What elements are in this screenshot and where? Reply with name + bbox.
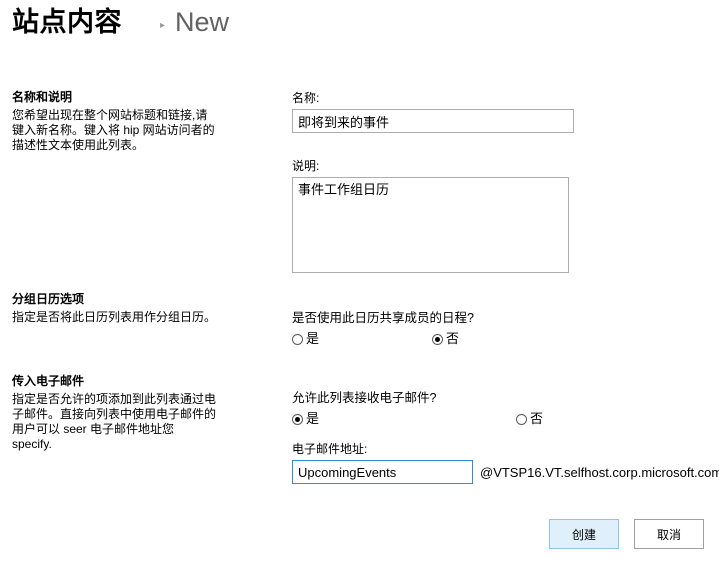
group-calendar-radio-no-label: 否 xyxy=(446,331,460,346)
description-field-group: 说明: 事件工作组日历 xyxy=(292,158,569,278)
email-address-field-group: 电子邮件地址: @VTSP16.VT.selfhost.corp.microso… xyxy=(292,441,719,484)
name-description-info: 名称和说明 您希望出现在整个网站标题和链接,请键入新名称。键入将 hip 网站访… xyxy=(12,90,217,153)
incoming-email-radio-yes[interactable]: 是 xyxy=(292,411,516,427)
breadcrumb-current-page: New xyxy=(175,7,230,37)
form-button-bar: 创建 取消 xyxy=(0,519,719,549)
description-field-label: 说明: xyxy=(292,159,320,173)
site-content-title[interactable]: 站点内容 xyxy=(12,6,122,38)
incoming-email-radio-yes-label: 是 xyxy=(306,411,320,426)
group-calendar-question: 是否使用此日历共享成员的日程? xyxy=(292,311,474,325)
incoming-email-radio-row: 是 否 xyxy=(292,411,543,427)
group-calendar-radio-no[interactable]: 否 xyxy=(432,331,459,347)
triangle-right-icon: ▸ xyxy=(160,20,166,31)
incoming-email-text: 指定是否允许的项添加到此列表通过电子邮件。直接向列表中使用电子邮件的用户可以 s… xyxy=(12,392,217,436)
incoming-email-heading: 传入电子邮件 xyxy=(12,374,85,388)
group-calendar-heading: 分组日历选项 xyxy=(12,292,85,306)
radio-circle-icon[interactable] xyxy=(432,333,443,345)
group-calendar-text: 指定是否将此日历列表用作分组日历。 xyxy=(12,310,217,324)
group-calendar-field-group: 是否使用此日历共享成员的日程? 是 否 xyxy=(292,310,474,347)
incoming-email-question: 允许此列表接收电子邮件? xyxy=(292,391,437,405)
email-address-input[interactable] xyxy=(292,460,473,484)
create-button[interactable]: 创建 xyxy=(549,519,619,549)
breadcrumb: 站点内容 ▸ New xyxy=(12,6,229,54)
cancel-button[interactable]: 取消 xyxy=(634,519,704,549)
name-input[interactable] xyxy=(292,109,574,133)
radio-circle-icon[interactable] xyxy=(516,413,527,425)
group-calendar-radio-yes-label: 是 xyxy=(306,331,320,346)
radio-circle-icon[interactable] xyxy=(292,333,303,345)
name-description-text: 您希望出现在整个网站标题和链接,请键入新名称。键入将 hip 网站访问者的描述性… xyxy=(12,108,215,152)
incoming-email-info: 传入电子邮件 指定是否允许的项添加到此列表通过电子邮件。直接向列表中使用电子邮件… xyxy=(12,374,217,452)
incoming-email-radio-no[interactable]: 否 xyxy=(516,411,543,427)
incoming-email-field-group: 允许此列表接收电子邮件? 是 否 xyxy=(292,390,543,427)
incoming-email-text-trailing: specify. xyxy=(12,437,52,451)
name-description-heading: 名称和说明 xyxy=(12,90,73,104)
incoming-email-radio-no-label: 否 xyxy=(530,411,544,426)
group-calendar-radio-row: 是 否 xyxy=(292,331,474,347)
name-field-group: 名称: xyxy=(292,90,574,133)
name-field-label: 名称: xyxy=(292,91,320,105)
radio-circle-icon[interactable] xyxy=(292,413,303,425)
group-calendar-radio-yes[interactable]: 是 xyxy=(292,331,432,347)
email-domain-suffix: @VTSP16.VT.selfhost.corp.microsoft.com xyxy=(480,464,719,480)
description-textarea[interactable]: 事件工作组日历 xyxy=(292,177,569,273)
group-calendar-info: 分组日历选项 指定是否将此日历列表用作分组日历。 xyxy=(12,292,217,325)
email-address-label: 电子邮件地址: xyxy=(292,442,368,456)
email-address-row: @VTSP16.VT.selfhost.corp.microsoft.com xyxy=(292,460,719,484)
